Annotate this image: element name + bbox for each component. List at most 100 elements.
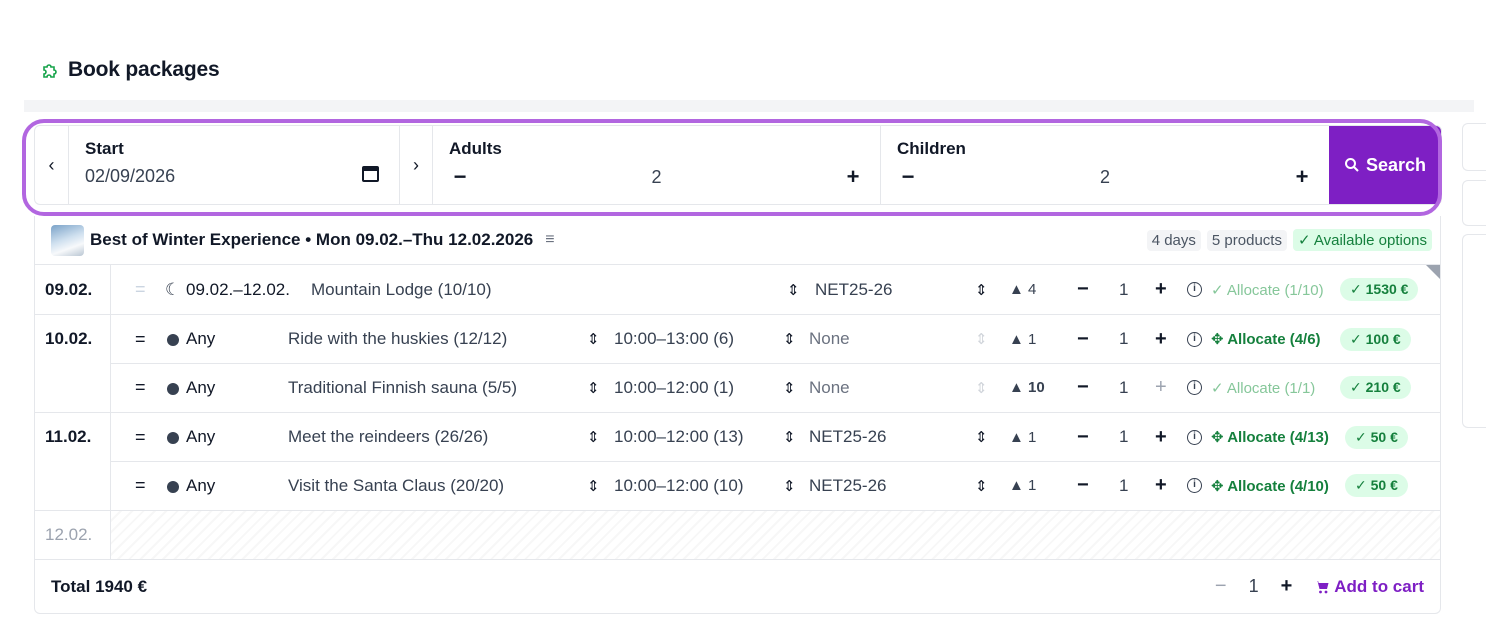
- qty-value: 1: [1119, 427, 1129, 446]
- cart-footer: Total 1940 € − 1 + Add to cart: [35, 559, 1440, 613]
- item-option[interactable]: NET25-26: [809, 427, 886, 447]
- cart-icon: [1315, 580, 1329, 593]
- option-select-chevrons-icon[interactable]: ⇕: [783, 330, 796, 348]
- info-icon[interactable]: i: [1187, 380, 1202, 395]
- day-date: 10.02.: [45, 329, 93, 348]
- table-row: = Any Visit the Santa Claus (20/20) ⇕ 10…: [35, 461, 1440, 510]
- persons-select-chevrons-icon[interactable]: ⇕: [975, 428, 988, 446]
- toolbar-shade: [24, 100, 1474, 112]
- item-time: Any: [186, 329, 216, 348]
- qty-value: 1: [1119, 475, 1129, 495]
- allocate-button[interactable]: ✥ Allocate (4/10): [1211, 477, 1329, 495]
- option-select-chevrons-icon[interactable]: ⇕: [783, 379, 796, 397]
- allocate-button[interactable]: ✓ Allocate (1/10): [1211, 281, 1324, 299]
- cart-controls: − 1 + Add to cart: [1215, 575, 1424, 598]
- package-thumbnail: [51, 224, 84, 256]
- page-title: Book packages: [68, 58, 220, 81]
- info-icon[interactable]: i: [1187, 478, 1202, 493]
- persons-value: 1: [1028, 428, 1037, 446]
- item-slot[interactable]: 10:00–12:00 (1): [614, 378, 734, 398]
- persons-count: ▲ 1: [1009, 330, 1037, 348]
- item-option[interactable]: None: [809, 329, 850, 349]
- search-highlight-outline: [22, 119, 1442, 216]
- products-badge: 5 products: [1206, 229, 1287, 251]
- item-time: Any: [186, 427, 216, 446]
- info-icon[interactable]: i: [1187, 332, 1202, 347]
- item-time: Any: [186, 475, 216, 495]
- total-price: Total 1940 €: [51, 576, 148, 596]
- allocate-button[interactable]: ✓ Allocate (1/1): [1211, 379, 1315, 397]
- empty-day-hatch: [111, 511, 1440, 560]
- clock-icon: [167, 480, 179, 493]
- qty-plus-button[interactable]: +: [1155, 474, 1167, 497]
- qty-minus-button[interactable]: −: [1077, 278, 1089, 301]
- drag-handle-icon[interactable]: =: [135, 329, 146, 350]
- qty-minus-button[interactable]: −: [1077, 376, 1089, 399]
- allocate-label: Allocate (4/6): [1227, 331, 1321, 348]
- option-select-chevrons-icon[interactable]: ⇕: [787, 281, 800, 299]
- item-slot[interactable]: 10:00–13:00 (6): [614, 329, 734, 349]
- details-menu-icon[interactable]: ≡: [545, 231, 554, 249]
- qty-plus-button[interactable]: +: [1155, 426, 1167, 449]
- persons-select-chevrons-icon[interactable]: ⇕: [975, 281, 988, 299]
- item-name: Mountain Lodge (10/10): [311, 279, 492, 299]
- item-time: 09.02.–12.02.: [186, 279, 290, 299]
- drag-handle-icon[interactable]: =: [135, 475, 146, 496]
- table-row: 11.02. = Any Meet the reindeers (26/26) …: [35, 412, 1440, 461]
- qty-minus-button[interactable]: −: [1077, 328, 1089, 351]
- slot-select-chevrons-icon[interactable]: ⇕: [587, 428, 600, 446]
- allocate-label: Allocate (4/13): [1227, 429, 1329, 446]
- persons-value: 1: [1028, 330, 1037, 348]
- persons-count: ▲ 4: [1009, 281, 1037, 298]
- price-badge: ✓ 100 €: [1340, 327, 1411, 351]
- puzzle-piece-icon: [43, 64, 57, 78]
- qty-minus-button[interactable]: −: [1077, 474, 1089, 497]
- add-to-cart-button[interactable]: Add to cart: [1314, 577, 1424, 597]
- persons-count: ▲ 10: [1009, 379, 1045, 396]
- item-slot[interactable]: 10:00–12:00 (13): [614, 427, 744, 447]
- cart-qty-plus-button[interactable]: +: [1281, 575, 1293, 598]
- item-slot[interactable]: 10:00–12:00 (10): [614, 476, 744, 496]
- qty-minus-button[interactable]: −: [1077, 426, 1089, 449]
- persons-select-chevrons-icon[interactable]: ⇕: [975, 477, 988, 495]
- option-select-chevrons-icon[interactable]: ⇕: [783, 428, 796, 446]
- allocate-button[interactable]: ✥ Allocate (4/6): [1211, 330, 1321, 348]
- package-meta: 4 days 5 products ✓ Available options: [1146, 229, 1432, 251]
- drag-handle-icon[interactable]: =: [135, 377, 146, 398]
- add-to-cart-label: Add to cart: [1334, 576, 1424, 596]
- persons-count: ▲ 1: [1009, 428, 1037, 446]
- price-badge: ✓ 50 €: [1345, 474, 1408, 497]
- day-date: 09.02.: [45, 279, 93, 299]
- qty-plus-button[interactable]: +: [1155, 278, 1167, 301]
- slot-select-chevrons-icon[interactable]: ⇕: [587, 379, 600, 397]
- table-row: 10.02. = Any Ride with the huskies (12/1…: [35, 314, 1440, 363]
- info-icon[interactable]: i: [1187, 430, 1202, 445]
- days-badge: 4 days: [1146, 229, 1201, 251]
- price-badge: ✓ 50 €: [1345, 425, 1408, 449]
- item-name: Ride with the huskies (12/12): [288, 329, 508, 348]
- persons-value: 4: [1028, 281, 1037, 298]
- cart-qty-minus-button[interactable]: −: [1215, 575, 1227, 598]
- package-card: Best of Winter Experience • Mon 09.02.–T…: [34, 216, 1441, 614]
- item-option[interactable]: None: [809, 378, 850, 398]
- qty-value: 1: [1119, 377, 1129, 397]
- allocate-button[interactable]: ✥ Allocate (4/13): [1211, 428, 1329, 446]
- item-option[interactable]: NET25-26: [809, 476, 886, 496]
- slot-select-chevrons-icon[interactable]: ⇕: [587, 477, 600, 495]
- qty-plus-button[interactable]: +: [1155, 328, 1167, 351]
- price-badge: ✓ 210 €: [1340, 376, 1411, 399]
- drag-handle-icon[interactable]: =: [135, 427, 146, 448]
- drag-handle-icon[interactable]: =: [135, 279, 146, 300]
- persons-select-chevrons-icon: ⇕: [975, 331, 988, 348]
- slot-select-chevrons-icon[interactable]: ⇕: [587, 330, 600, 348]
- cart-qty-value: 1: [1248, 576, 1259, 596]
- side-panel-edge: [1462, 123, 1486, 171]
- item-option[interactable]: NET25-26: [815, 280, 892, 300]
- clock-icon: [167, 432, 179, 444]
- option-select-chevrons-icon[interactable]: ⇕: [783, 477, 796, 495]
- item-time: Any: [186, 377, 216, 397]
- corner-marker: [1426, 265, 1440, 279]
- info-icon[interactable]: i: [1187, 282, 1202, 297]
- item-name: Meet the reindeers (26/26): [288, 427, 489, 446]
- available-options-badge[interactable]: ✓ Available options: [1292, 229, 1432, 251]
